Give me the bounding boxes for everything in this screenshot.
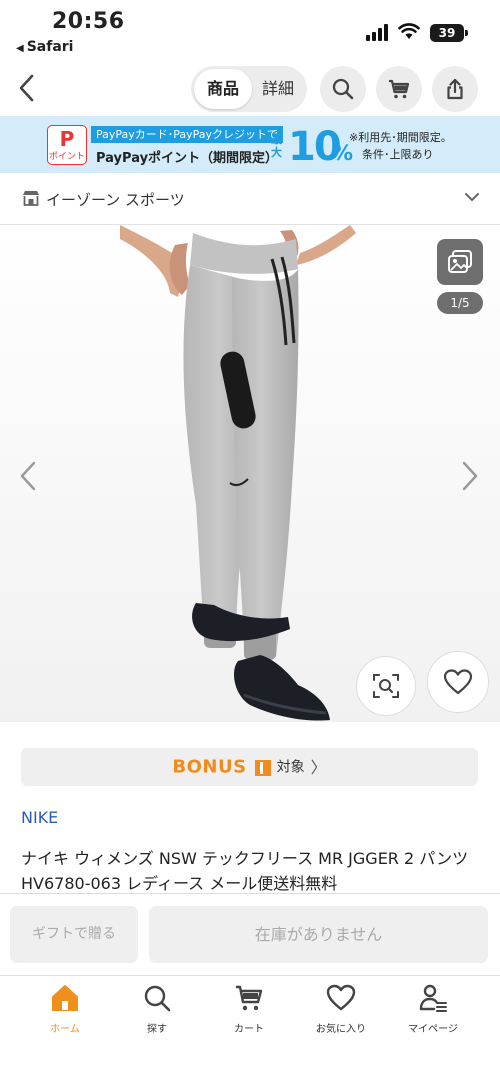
share-icon — [447, 78, 463, 100]
promo-line1: PayPayカード･PayPayクレジットで — [91, 126, 284, 143]
cart-icon — [389, 79, 410, 99]
promo-note1: ※利用先･期間限定。 — [349, 131, 452, 144]
status-bar: 20:56 ◀ Safari 39 — [0, 0, 500, 62]
cart-button[interactable] — [376, 66, 422, 112]
chevron-right-icon: 〉 — [310, 757, 327, 777]
product-title: ナイキ ウィメンズ NSW テックフリース MR JGGER 2 パンツ HV6… — [21, 849, 469, 893]
gallery-icon — [448, 250, 472, 273]
previous-image-arrow-icon[interactable] — [14, 459, 42, 493]
heart-icon — [443, 669, 473, 695]
image-album-button[interactable] — [437, 239, 483, 285]
paypay-promo-banner[interactable]: P ポイント PayPayカード･PayPayクレジットで PayPayポイント… — [0, 116, 500, 173]
purchase-action-bar: ギフトで贈る 在庫がありません — [0, 893, 500, 975]
back-app-label: Safari — [26, 39, 74, 55]
store-selector[interactable]: イーゾーン スポーツ — [0, 173, 500, 225]
tab-favorites[interactable]: お気に入り — [295, 976, 387, 1046]
gift-button[interactable]: ギフトで贈る — [10, 906, 138, 963]
heart-icon — [326, 984, 356, 1011]
product-brand-link[interactable]: NIKE — [21, 808, 58, 827]
back-arrow-icon[interactable] — [12, 68, 44, 108]
image-counter: 1/5 — [437, 292, 483, 314]
promo-max-label: 最大 — [271, 133, 282, 159]
next-image-arrow-icon[interactable] — [456, 459, 484, 493]
tab-product[interactable]: 商品 — [194, 69, 252, 109]
paypay-point-logo: P ポイント — [47, 125, 87, 165]
top-navigation-bar: 商品 詳細 — [0, 62, 500, 116]
bottom-tab-bar: ホーム 探す カート お気に入り マイページ — [0, 975, 500, 1080]
bonus-target-banner[interactable]: BONUS 対象〉 — [21, 748, 478, 786]
bonus-book-icon — [254, 759, 271, 776]
home-icon — [52, 985, 78, 1011]
wifi-icon — [398, 23, 420, 39]
promo-line2: PayPayポイント（期間限定） — [96, 151, 279, 166]
tab-cart[interactable]: カート — [203, 976, 295, 1046]
tab-search[interactable]: 探す — [111, 976, 203, 1046]
back-to-app-link[interactable]: ◀ Safari — [16, 39, 73, 55]
product-detail-segment-control: 商品 詳細 — [191, 66, 307, 112]
back-triangle-icon: ◀ — [16, 43, 24, 54]
promo-note2: 条件･上限あり — [362, 148, 434, 161]
status-time: 20:56 — [52, 9, 125, 34]
bonus-label: BONUS — [172, 756, 247, 778]
product-image-gallery[interactable]: 1/5 — [0, 225, 500, 722]
tab-mypage[interactable]: マイページ — [387, 976, 479, 1046]
image-search-icon — [373, 674, 399, 698]
product-photo-grey-jogger-pants — [0, 225, 500, 722]
chevron-down-icon — [465, 193, 479, 201]
cellular-signal-icon — [366, 24, 390, 41]
add-to-favorites-button[interactable] — [427, 651, 489, 713]
image-search-button[interactable] — [356, 656, 416, 716]
user-icon — [419, 984, 447, 1012]
battery-indicator: 39 — [430, 24, 468, 42]
tab-home[interactable]: ホーム — [19, 976, 111, 1046]
out-of-stock-button[interactable]: 在庫がありません — [149, 906, 488, 963]
store-icon — [23, 191, 39, 206]
share-button[interactable] — [432, 66, 478, 112]
bonus-target-label: 対象 — [276, 759, 305, 776]
cart-icon — [236, 985, 263, 1011]
tab-details[interactable]: 詳細 — [252, 69, 304, 109]
store-name: イーゾーン スポーツ — [46, 191, 185, 209]
search-icon — [332, 78, 354, 100]
search-button[interactable] — [320, 66, 366, 112]
search-icon — [144, 985, 171, 1012]
